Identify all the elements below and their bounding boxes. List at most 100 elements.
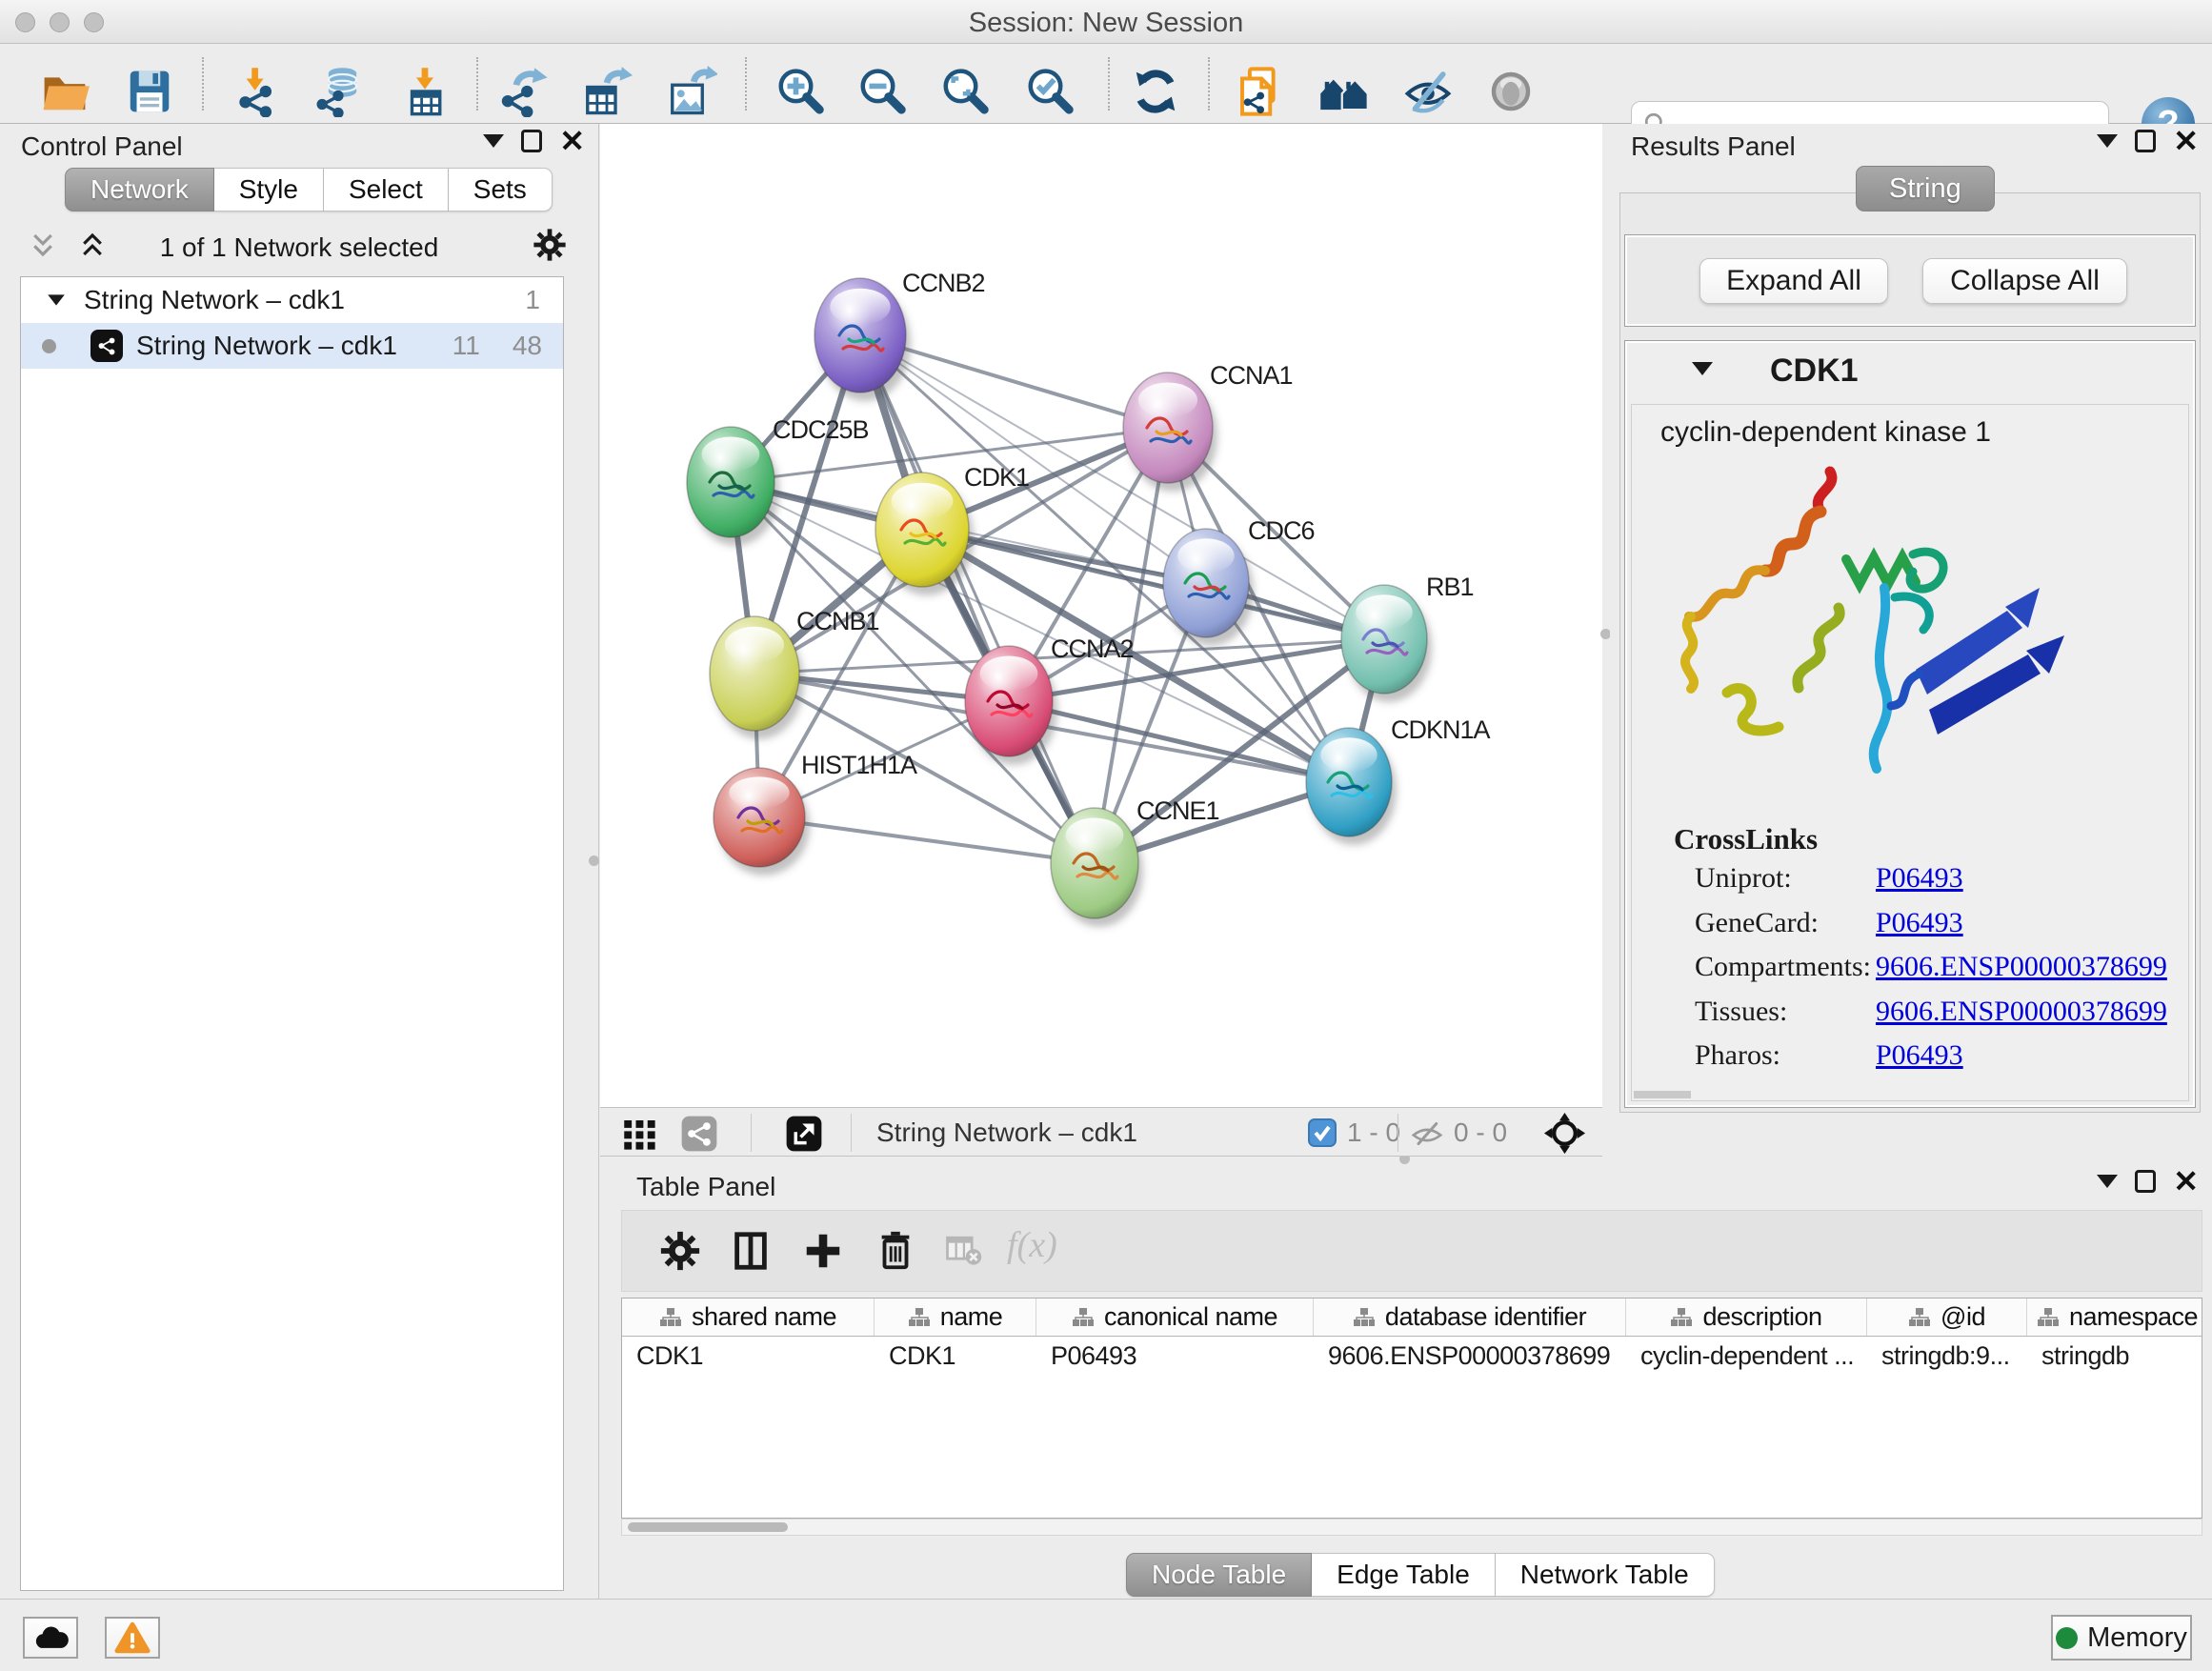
show-columns-icon[interactable] — [729, 1229, 773, 1273]
column-header[interactable]: @id — [1867, 1299, 2027, 1336]
column-header[interactable]: shared name — [622, 1299, 875, 1336]
network-collection-row[interactable]: String Network – cdk1 1 — [21, 277, 563, 323]
close-panel-icon[interactable]: ✕ — [559, 130, 585, 152]
tab-style[interactable]: Style — [214, 168, 324, 211]
duplicate-network-button[interactable] — [1229, 61, 1290, 122]
hide-selected-button[interactable] — [1398, 61, 1458, 122]
crosslink-link[interactable]: P06493 — [1876, 907, 1963, 939]
results-scrollbar-thumb[interactable] — [1634, 1091, 1691, 1098]
node-label-CCNE1: CCNE1 — [1136, 796, 1219, 825]
control-splitter-handle[interactable] — [589, 856, 599, 866]
table-hscrollbar-thumb[interactable] — [628, 1522, 788, 1532]
column-header[interactable]: canonical name — [1036, 1299, 1314, 1336]
export-image-button[interactable] — [661, 61, 722, 122]
crosslink-link[interactable]: P06493 — [1876, 1039, 1963, 1072]
tab-sets[interactable]: Sets — [449, 168, 553, 211]
node-label-CCNA1: CCNA1 — [1210, 361, 1293, 390]
node-label-CDKN1A: CDKN1A — [1391, 715, 1491, 744]
refresh-button[interactable] — [1125, 61, 1186, 122]
share-view-icon[interactable] — [679, 1114, 719, 1154]
panel-menu-icon[interactable] — [2097, 1175, 2118, 1188]
protein-section-header[interactable]: CDK1 — [1625, 341, 2195, 404]
crosslink-link[interactable]: P06493 — [1876, 862, 1963, 895]
cloud-status-button[interactable] — [23, 1617, 78, 1659]
import-database-button[interactable] — [308, 61, 369, 122]
zoom-out-button[interactable] — [852, 61, 913, 122]
column-header[interactable]: namespace — [2027, 1299, 2202, 1336]
tab-network[interactable]: Network — [65, 168, 214, 211]
crosslink-link[interactable]: 9606.ENSP00000378699 — [1876, 951, 2167, 983]
close-panel-icon[interactable]: ✕ — [2173, 1170, 2199, 1193]
protein-section: CDK1 cyclin-dependent kinase 1 — [1624, 340, 2196, 1108]
float-panel-icon[interactable] — [521, 130, 542, 152]
protein-description: cyclin-dependent kinase 1 — [1660, 416, 1991, 449]
expand-collapse-bar: Expand All Collapse All — [1624, 234, 2196, 327]
table-panel-title: Table Panel — [636, 1172, 775, 1202]
export-image-icon — [666, 66, 717, 117]
export-network-button[interactable] — [494, 61, 555, 122]
open-session-button[interactable] — [34, 61, 95, 122]
column-header[interactable]: database identifier — [1314, 1299, 1626, 1336]
external-view-icon[interactable] — [784, 1114, 824, 1154]
network-row[interactable]: String Network – cdk1 11 48 — [21, 323, 563, 369]
results-splitter[interactable] — [1602, 124, 1610, 1164]
crosslink-row: Compartments:9606.ENSP00000378699 — [1695, 951, 2171, 989]
show-all-button[interactable] — [1480, 61, 1541, 122]
section-expander-icon[interactable] — [1692, 362, 1713, 375]
tab-network-table[interactable]: Network Table — [1496, 1553, 1715, 1597]
table-hscrollbar[interactable] — [621, 1519, 2202, 1536]
crosshair-icon[interactable] — [1543, 1112, 1586, 1155]
expand-all-button[interactable]: Expand All — [1699, 258, 1888, 304]
node-table[interactable]: shared name name canonical name database… — [621, 1298, 2202, 1519]
selected-checkbox-icon[interactable] — [1308, 1118, 1337, 1147]
panel-menu-icon[interactable] — [483, 134, 504, 148]
memory-status-dot — [2056, 1627, 2078, 1649]
delete-column-trash-icon[interactable] — [874, 1229, 917, 1273]
column-type-icon — [1670, 1307, 1693, 1328]
table-settings-gear-icon[interactable] — [658, 1229, 702, 1273]
table-cell: stringdb — [2027, 1337, 2202, 1375]
tab-string[interactable]: String — [1856, 166, 1995, 211]
hidden-eye-icon[interactable] — [1410, 1117, 1444, 1151]
import-table-button[interactable] — [394, 61, 455, 122]
network-node-CDKN1A — [1306, 728, 1397, 845]
export-table-button[interactable] — [576, 61, 637, 122]
zoom-fit-button[interactable] — [935, 61, 995, 122]
tab-node-table[interactable]: Node Table — [1126, 1553, 1312, 1597]
column-header[interactable]: description — [1626, 1299, 1867, 1336]
import-network-button[interactable] — [228, 61, 289, 122]
zoom-in-button[interactable] — [770, 61, 831, 122]
network-view-toolbar: String Network – cdk1 1 - 0 0 - 0 — [600, 1107, 1602, 1157]
float-panel-icon[interactable] — [2135, 1170, 2156, 1193]
grid-view-icon[interactable] — [619, 1114, 659, 1154]
table-row[interactable]: CDK1CDK1P064939606.ENSP00000378699cyclin… — [622, 1337, 2202, 1375]
close-panel-icon[interactable]: ✕ — [2173, 130, 2199, 152]
collapse-all-button[interactable]: Collapse All — [1922, 258, 2127, 304]
zoom-selected-button[interactable] — [1019, 61, 1080, 122]
network-edge — [860, 335, 1095, 863]
float-panel-icon[interactable] — [2135, 130, 2156, 152]
gear-icon[interactable] — [532, 227, 568, 263]
memory-label: Memory — [2087, 1622, 2187, 1654]
network-node-CDK1 — [875, 473, 974, 595]
control-panel-title: Control Panel — [21, 131, 183, 162]
import-table-icon — [399, 66, 451, 117]
collection-label: String Network – cdk1 — [84, 285, 345, 315]
table-body: CDK1CDK1P064939606.ENSP00000378699cyclin… — [622, 1337, 2202, 1375]
panel-menu-icon[interactable] — [2097, 134, 2118, 148]
warning-status-button[interactable] — [105, 1617, 160, 1659]
tab-select[interactable]: Select — [324, 168, 449, 211]
add-column-plus-icon[interactable] — [801, 1229, 845, 1273]
network-canvas[interactable]: CDK1CCNB1CCNB2CCNA1CCNA2CCNE1CDC25BCDC6C… — [600, 124, 1602, 1107]
save-session-button[interactable] — [119, 61, 180, 122]
houses-button[interactable] — [1314, 61, 1375, 122]
tab-edge-table[interactable]: Edge Table — [1312, 1553, 1496, 1597]
column-header[interactable]: name — [875, 1299, 1036, 1336]
protein-name: CDK1 — [1770, 352, 1859, 390]
collection-expander-icon[interactable] — [48, 294, 65, 305]
function-builder-icon: f(x) — [1007, 1224, 1057, 1266]
crosslink-label: Pharos: — [1695, 1039, 1780, 1072]
memory-button[interactable]: Memory — [2051, 1615, 2192, 1661]
crosslink-link[interactable]: 9606.ENSP00000378699 — [1876, 996, 2167, 1028]
crosslink-label: Uniprot: — [1695, 862, 1792, 895]
